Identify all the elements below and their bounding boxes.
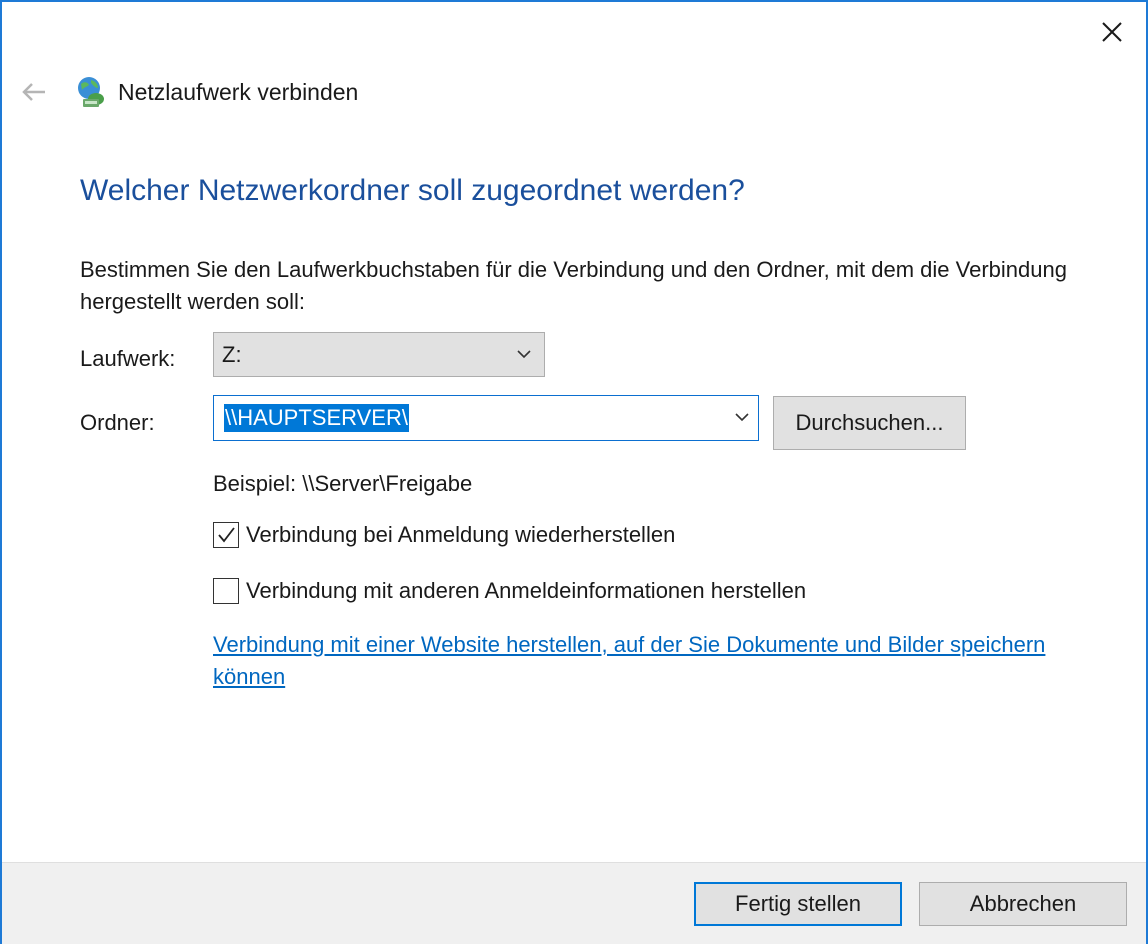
wizard-header: Netzlaufwerk verbinden xyxy=(18,72,358,112)
reconnect-checkbox[interactable] xyxy=(213,522,239,548)
drive-label: Laufwerk: xyxy=(80,346,176,371)
website-connect-link[interactable]: Verbindung mit einer Website herstellen,… xyxy=(213,629,1073,693)
back-arrow-icon xyxy=(22,83,45,101)
chevron-down-icon xyxy=(517,350,531,359)
browse-button[interactable]: Durchsuchen... xyxy=(773,396,966,450)
drive-select[interactable]: Z: xyxy=(213,332,545,377)
reconnect-label: Verbindung bei Anmeldung wiederherstelle… xyxy=(246,522,676,547)
window-title: Netzlaufwerk verbinden xyxy=(118,78,359,105)
dialog-footer: Fertig stellen Abbrechen xyxy=(2,862,1146,944)
back-button[interactable] xyxy=(18,76,50,108)
finish-button[interactable]: Fertig stellen xyxy=(694,882,902,926)
other-credentials-option[interactable]: Verbindung mit anderen Anmeldeinformatio… xyxy=(213,578,806,604)
instruction-text: Bestimmen Sie den Laufwerkbuchstaben für… xyxy=(80,257,1067,314)
reconnect-option[interactable]: Verbindung bei Anmeldung wiederherstelle… xyxy=(213,522,675,548)
drive-select-value: Z: xyxy=(222,341,242,367)
other-credentials-label: Verbindung mit anderen Anmeldeinformatio… xyxy=(246,578,807,603)
cancel-button[interactable]: Abbrechen xyxy=(919,882,1127,926)
dialog-window: Netzlaufwerk verbinden Welcher Netzwerko… xyxy=(0,0,1148,944)
folder-label: Ordner: xyxy=(80,410,155,435)
close-icon xyxy=(1102,22,1122,42)
network-drive-icon xyxy=(78,77,104,107)
example-text: Beispiel: \\Server\Freigabe xyxy=(213,471,473,496)
other-credentials-checkbox[interactable] xyxy=(213,578,239,604)
folder-input[interactable]: \\HAUPTSERVER\ xyxy=(213,395,759,441)
folder-input-value: \\HAUPTSERVER\ xyxy=(224,404,409,432)
checkmark-icon xyxy=(218,527,235,543)
close-button[interactable] xyxy=(1090,14,1134,50)
chevron-down-icon[interactable] xyxy=(734,410,750,424)
page-heading: Welcher Netzwerkordner soll zugeordnet w… xyxy=(80,174,745,207)
